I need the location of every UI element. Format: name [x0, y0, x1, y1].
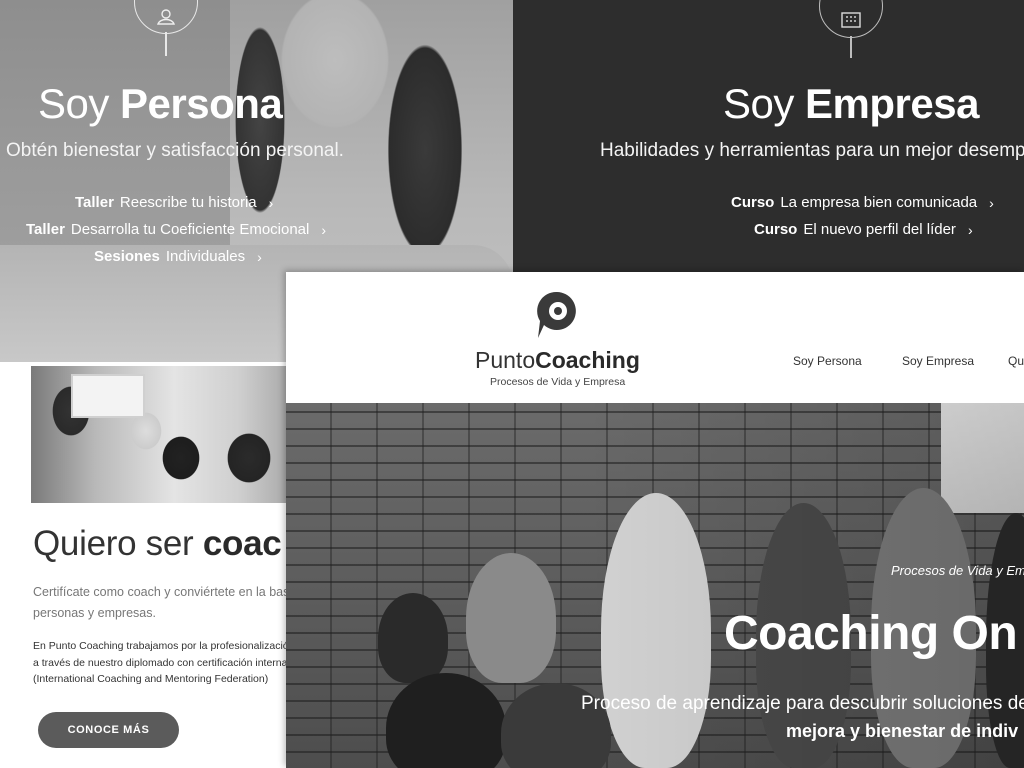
coach-title-bold: coac — [202, 524, 282, 563]
chevron-right-icon: › — [967, 221, 973, 238]
building-icon — [819, 0, 883, 38]
home-panel: PuntoCoaching Procesos de Vida y Empresa… — [286, 272, 1024, 768]
coach-title: Quiero ser coac — [33, 524, 282, 564]
empresa-title-light: Soy — [723, 80, 794, 127]
chevron-right-icon: › — [268, 194, 274, 211]
empresa-title: Soy Empresa — [723, 80, 979, 128]
coach-detail: En Punto Coaching trabajamos por la prof… — [33, 638, 286, 688]
logo-wordmark[interactable]: PuntoCoaching — [475, 347, 640, 374]
empresa-link-comunicada[interactable]: Curso La empresa bien comunicada › — [731, 194, 994, 211]
persona-title-light: Soy — [38, 80, 109, 127]
coach-description-line: Certifícate como coach y conviértete en … — [33, 585, 286, 599]
hero-banner: Procesos de Vida y Emp Coaching On Proce… — [286, 403, 1024, 768]
coach-detail-line: (International Coaching and Mentoring Fe… — [33, 673, 269, 685]
empresa-subtitle: Habilidades y herramientas para un mejor… — [600, 140, 1024, 161]
chevron-right-icon: › — [321, 221, 327, 238]
empresa-panel: Soy Empresa Habilidades y herramientas p… — [513, 0, 1024, 272]
coach-description: Certifícate como coach y conviértete en … — [33, 582, 286, 624]
persona-link-label: Desarrolla tu Coeficiente Emocional — [70, 221, 310, 238]
logo-tagline: Procesos de Vida y Empresa — [490, 376, 626, 388]
hero-description-bold: mejora y bienestar de indiv — [786, 721, 1019, 741]
chevron-right-icon: › — [989, 194, 994, 211]
empresa-title-bold: Empresa — [805, 80, 979, 127]
coach-panel: Quiero ser coac Certifícate como coach y… — [0, 362, 286, 768]
empresa-icon-connector — [850, 36, 852, 58]
coach-title-light: Quiero ser — [33, 524, 194, 563]
nav-soy-empresa[interactable]: Soy Empresa — [902, 354, 974, 368]
persona-link-reescribe[interactable]: Taller Reescribe tu historia › — [75, 194, 273, 211]
persona-link-label-bold: Taller — [75, 194, 114, 211]
persona-link-label-bold: Taller — [26, 221, 65, 238]
persona-title-bold: Persona — [120, 80, 283, 127]
empresa-link-label: La empresa bien comunicada — [780, 194, 978, 211]
empresa-link-lider[interactable]: Curso El nuevo perfil del líder › — [754, 221, 973, 238]
persona-subtitle: Obtén bienestar y satisfacción personal. — [6, 140, 344, 161]
persona-icon-connector — [165, 32, 167, 56]
coach-photo-window — [71, 374, 145, 418]
site-header: PuntoCoaching Procesos de Vida y Empresa… — [286, 272, 1024, 403]
persona-link-label: Individuales — [165, 248, 246, 265]
hero-title: Coaching On — [724, 607, 1018, 660]
coach-group-photo — [31, 366, 286, 503]
nav-quienes[interactable]: Qu — [1008, 354, 1024, 368]
coach-description-line: personas y empresas. — [33, 606, 156, 620]
coach-detail-line: a través de nuestro diplomado con certif… — [33, 656, 286, 669]
conoce-mas-button[interactable]: CONOCE MÁS — [38, 712, 179, 748]
chevron-right-icon: › — [257, 248, 262, 265]
logo-wordmark-bold: Coaching — [535, 347, 640, 373]
persona-link-label-bold: Sesiones — [94, 248, 160, 265]
hero-kicker: Procesos de Vida y Emp — [891, 563, 1024, 578]
nav-soy-persona[interactable]: Soy Persona — [793, 354, 862, 368]
person-icon — [134, 0, 198, 34]
logo-icon[interactable] — [534, 288, 580, 342]
persona-link-label: Reescribe tu historia — [119, 194, 257, 211]
hero-description: Proceso de aprendizaje para descubrir so… — [581, 693, 1024, 714]
persona-title: Soy Persona — [38, 80, 283, 128]
empresa-link-label-bold: Curso — [731, 194, 775, 211]
empresa-link-label-bold: Curso — [754, 221, 798, 238]
coach-detail-line: En Punto Coaching trabajamos por la prof… — [33, 640, 286, 652]
persona-link-coeficiente[interactable]: Taller Desarrolla tu Coeficiente Emocion… — [26, 221, 326, 238]
persona-link-sesiones[interactable]: Sesiones Individuales › — [94, 248, 262, 265]
empresa-link-label: El nuevo perfil del líder — [803, 221, 956, 238]
logo-wordmark-light: Punto — [475, 347, 536, 373]
